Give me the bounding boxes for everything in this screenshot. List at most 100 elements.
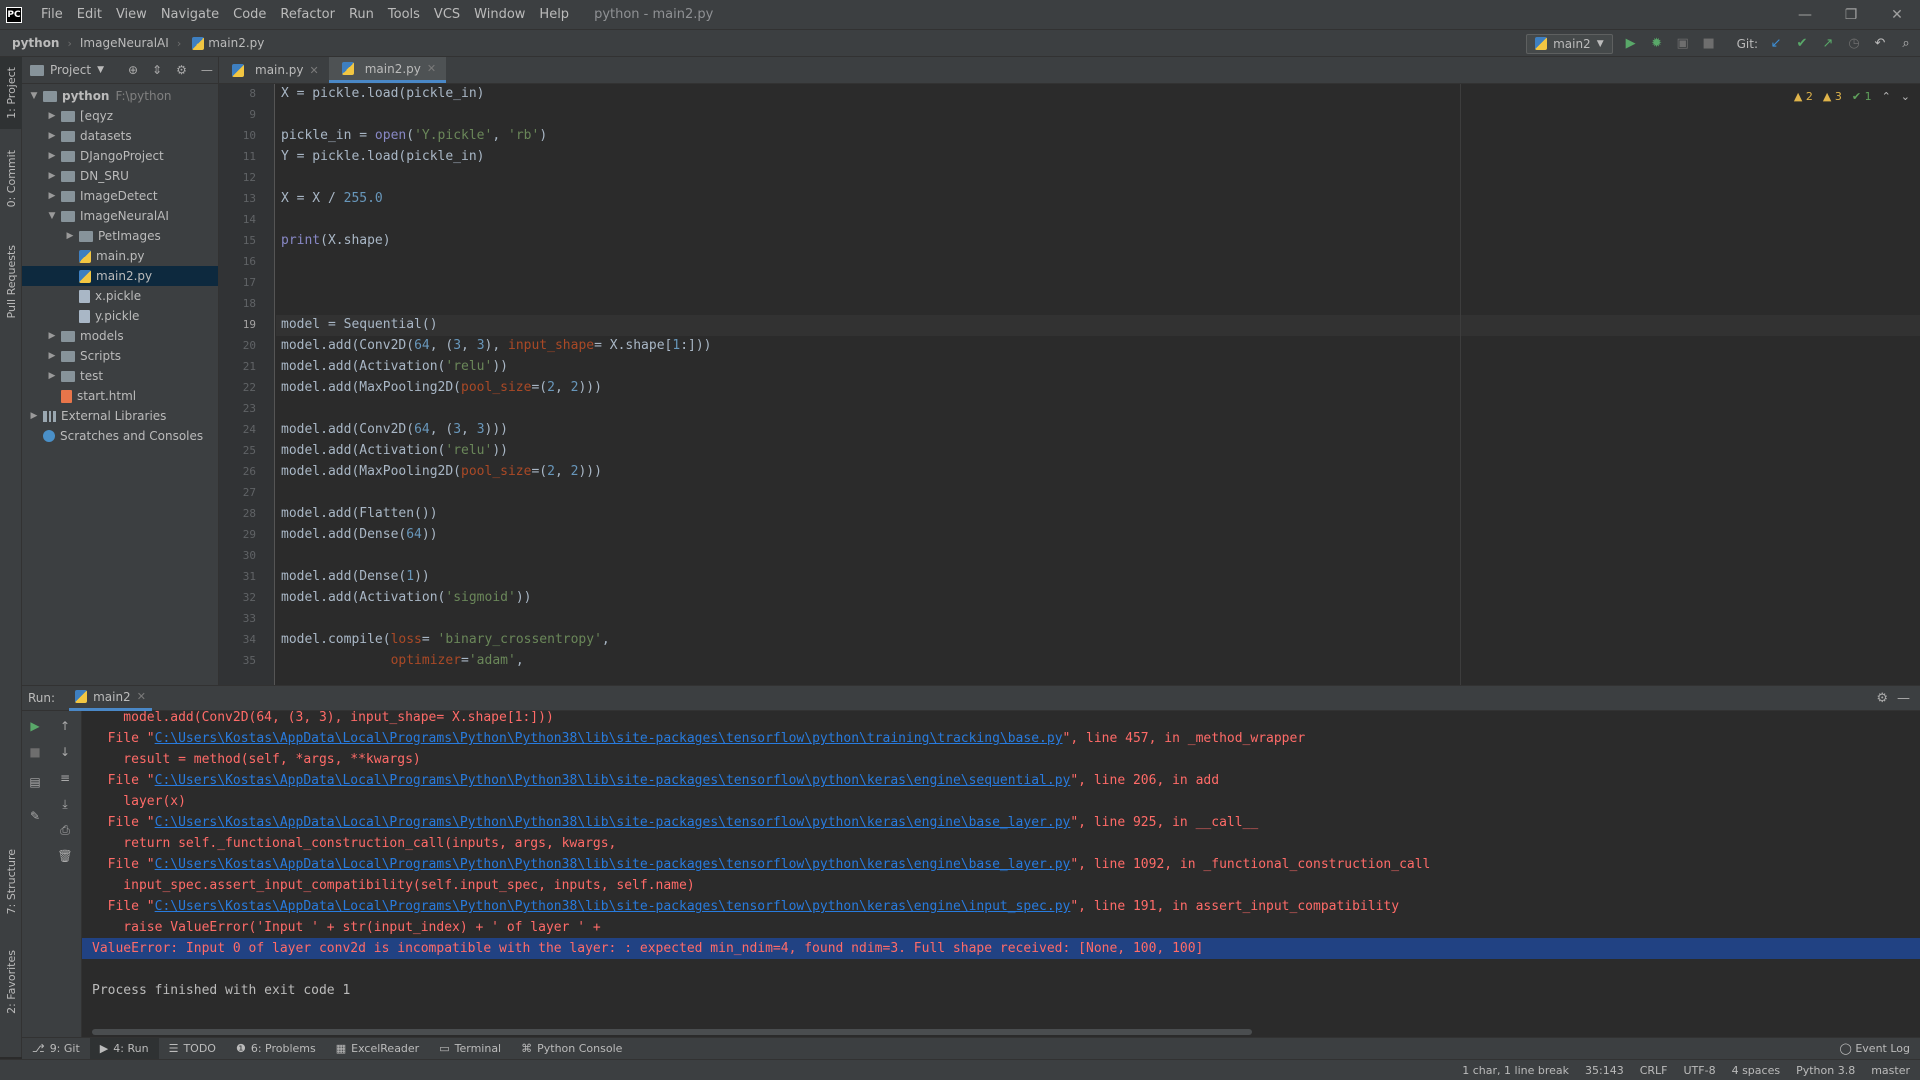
file-link[interactable]: C:\Users\Kostas\AppData\Local\Programs\P… xyxy=(155,773,1071,788)
minimize-icon[interactable]: — xyxy=(1782,0,1828,29)
tab-pull-requests-tool[interactable]: Pull Requests xyxy=(0,227,22,337)
menu-item-refactor[interactable]: Refactor xyxy=(273,0,342,29)
menu-item-window[interactable]: Window xyxy=(467,0,532,29)
tree-item[interactable]: y.pickle xyxy=(22,306,218,326)
chevron-up-icon[interactable]: ⌃ xyxy=(1882,90,1891,103)
status-item[interactable]: UTF-8 xyxy=(1684,1064,1716,1077)
horizontal-scrollbar[interactable] xyxy=(92,1029,1252,1035)
code-line[interactable]: model.compile(loss= 'binary_crossentropy… xyxy=(281,632,610,647)
tree-item[interactable]: ▼ python F:\python xyxy=(22,86,218,106)
print-icon[interactable]: ⎙ xyxy=(56,821,74,839)
code-line[interactable]: model.add(Activation('relu')) xyxy=(281,359,508,374)
close-tab-icon[interactable]: ✕ xyxy=(137,690,146,703)
scroll-to-end-icon[interactable]: ⤓ xyxy=(56,795,74,813)
code-line[interactable]: model.add(Conv2D(64, (3, 3))) xyxy=(281,422,508,437)
stop-icon[interactable]: ■ xyxy=(1701,36,1717,52)
tree-item[interactable]: start.html xyxy=(22,386,218,406)
menu-item-run[interactable]: Run xyxy=(342,0,381,29)
scroll-down-icon[interactable]: ↓ xyxy=(56,743,74,761)
file-link[interactable]: C:\Users\Kostas\AppData\Local\Programs\P… xyxy=(155,815,1071,830)
tab-commit-tool[interactable]: 0: Commit xyxy=(0,139,22,219)
tree-item[interactable]: ▶ DJangoProject xyxy=(22,146,218,166)
tool-tab--run[interactable]: ▶ 4: Run xyxy=(89,1037,159,1060)
tab-structure-tool[interactable]: 7: Structure xyxy=(0,837,22,927)
scroll-up-icon[interactable]: ↑ xyxy=(56,717,74,735)
tree-item[interactable]: ▶ Scripts xyxy=(22,346,218,366)
tree-item[interactable]: Scratches and Consoles xyxy=(22,426,218,446)
chevron-right-icon[interactable]: ▶ xyxy=(46,131,58,141)
history-icon[interactable]: ◷ xyxy=(1846,36,1862,52)
run-console-output[interactable]: model.add(Conv2D(64, (3, 3), input_shape… xyxy=(82,711,1920,1037)
file-link[interactable]: C:\Users\Kostas\AppData\Local\Programs\P… xyxy=(155,731,1063,746)
collapse-all-icon[interactable]: ⇕ xyxy=(152,63,162,77)
menu-item-help[interactable]: Help xyxy=(532,0,576,29)
gear-icon[interactable]: ⚙ xyxy=(176,63,187,77)
tree-item[interactable]: ▶ test xyxy=(22,366,218,386)
chevron-right-icon[interactable]: ▶ xyxy=(46,371,58,381)
chevron-right-icon[interactable]: ▶ xyxy=(46,351,58,361)
chevron-down-icon[interactable]: ▼ xyxy=(97,65,104,75)
git-update-icon[interactable]: ↙ xyxy=(1768,36,1784,52)
tree-item[interactable]: ▼ ImageNeuralAI xyxy=(22,206,218,226)
menu-item-navigate[interactable]: Navigate xyxy=(154,0,226,29)
inspection-widget[interactable]: ▲ 2 ▲ 3 ✔ 1 ⌃ ⌄ xyxy=(1794,90,1910,103)
code-line[interactable]: model.add(MaxPooling2D(pool_size=(2, 2))… xyxy=(281,464,602,479)
chevron-down-icon[interactable]: ⌄ xyxy=(1901,90,1910,103)
status-item[interactable]: 35:143 xyxy=(1585,1064,1624,1077)
tab-main2-py[interactable]: main2.py ✕ xyxy=(328,57,447,83)
tool-tab-python-console[interactable]: ⌘ Python Console xyxy=(511,1038,632,1060)
code-line[interactable]: model.add(Conv2D(64, (3, 3), input_shape… xyxy=(281,338,712,353)
code-line[interactable]: model.add(Activation('relu')) xyxy=(281,443,508,458)
tree-item[interactable]: ▶ models xyxy=(22,326,218,346)
tree-item[interactable]: main.py xyxy=(22,246,218,266)
code-line[interactable]: pickle_in = open('Y.pickle', 'rb') xyxy=(281,128,547,143)
code-line[interactable]: Y = pickle.load(pickle_in) xyxy=(281,149,485,164)
run-configuration-select[interactable]: main2 ▼ xyxy=(1526,33,1613,54)
run-tab-main2[interactable]: main2 ✕ xyxy=(69,686,152,711)
tree-item[interactable]: ▶ ImageDetect xyxy=(22,186,218,206)
event-log-button[interactable]: ◯ Event Log xyxy=(1840,1042,1910,1055)
tool-tab--git[interactable]: ⎇ 9: Git xyxy=(22,1038,90,1060)
trash-icon[interactable]: 🗑 xyxy=(56,847,74,865)
tool-tab-terminal[interactable]: ▭ Terminal xyxy=(429,1038,511,1060)
status-item[interactable]: 4 spaces xyxy=(1732,1064,1781,1077)
locate-icon[interactable]: ⊕ xyxy=(128,63,138,77)
gear-icon[interactable]: ⚙ xyxy=(1876,691,1888,706)
code-line[interactable]: model.add(Dense(64)) xyxy=(281,527,438,542)
tree-item[interactable]: x.pickle xyxy=(22,286,218,306)
tree-item[interactable]: ▶ PetImages xyxy=(22,226,218,246)
status-item[interactable]: master xyxy=(1871,1064,1910,1077)
stop-icon[interactable]: ■ xyxy=(26,743,44,761)
code-line[interactable]: model.add(MaxPooling2D(pool_size=(2, 2))… xyxy=(281,380,602,395)
file-link[interactable]: C:\Users\Kostas\AppData\Local\Programs\P… xyxy=(155,857,1071,872)
tool-tab--problems[interactable]: ❶ 6: Problems xyxy=(226,1038,326,1060)
layout-icon[interactable]: ▤ xyxy=(26,773,44,791)
tab-project-tool[interactable]: 1: Project xyxy=(0,57,22,129)
code-line[interactable]: model.add(Dense(1)) xyxy=(281,569,430,584)
soft-wrap-icon[interactable]: ≡ xyxy=(56,769,74,787)
status-item[interactable]: 1 char, 1 line break xyxy=(1462,1064,1569,1077)
tab-favorites-tool[interactable]: 2: Favorites xyxy=(0,937,22,1027)
code-line[interactable]: print(X.shape) xyxy=(281,233,391,248)
chevron-right-icon[interactable]: ▶ xyxy=(46,191,58,201)
project-view-select[interactable]: Project xyxy=(50,63,91,77)
chevron-right-icon[interactable]: ▶ xyxy=(46,151,58,161)
breadcrumb-item-folder[interactable]: ImageNeuralAI xyxy=(80,36,169,50)
menu-item-edit[interactable]: Edit xyxy=(70,0,109,29)
tree-item[interactable]: ▶ datasets xyxy=(22,126,218,146)
menu-item-code[interactable]: Code xyxy=(226,0,273,29)
menu-item-file[interactable]: File xyxy=(34,0,70,29)
coverage-icon[interactable]: ▣ xyxy=(1675,36,1691,52)
tree-item[interactable]: main2.py xyxy=(22,266,218,286)
chevron-right-icon[interactable]: ▶ xyxy=(46,111,58,121)
menu-item-vcs[interactable]: VCS xyxy=(427,0,467,29)
tool-tab-excelreader[interactable]: ▦ ExcelReader xyxy=(326,1038,429,1060)
code-line[interactable]: X = pickle.load(pickle_in) xyxy=(281,86,485,101)
chevron-down-icon[interactable]: ▼ xyxy=(46,211,58,221)
breadcrumb-item-project[interactable]: python xyxy=(12,36,59,50)
git-commit-icon[interactable]: ✔ xyxy=(1794,36,1810,52)
breadcrumb-item-file[interactable]: main2.py xyxy=(208,36,264,50)
chevron-right-icon[interactable]: ▶ xyxy=(46,331,58,341)
search-icon[interactable]: ⌕ xyxy=(1898,36,1914,52)
file-link[interactable]: C:\Users\Kostas\AppData\Local\Programs\P… xyxy=(155,899,1071,914)
